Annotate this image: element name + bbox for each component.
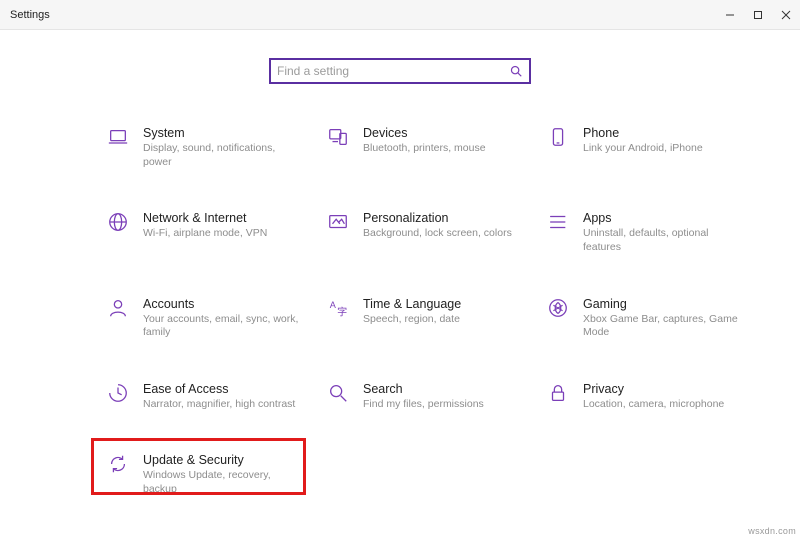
tile-title: Time & Language bbox=[363, 297, 461, 311]
tile-accounts[interactable]: Accounts Your accounts, email, sync, wor… bbox=[105, 295, 305, 342]
tile-title: Gaming bbox=[583, 297, 743, 311]
tile-title: Phone bbox=[583, 126, 703, 140]
tile-subtitle: Display, sound, notifications, power bbox=[143, 142, 303, 169]
tile-title: Devices bbox=[363, 126, 486, 140]
tile-network[interactable]: Network & Internet Wi-Fi, airplane mode,… bbox=[105, 209, 305, 256]
tile-subtitle: Wi-Fi, airplane mode, VPN bbox=[143, 227, 267, 241]
tile-ease-of-access[interactable]: Ease of Access Narrator, magnifier, high… bbox=[105, 380, 305, 414]
titlebar: Settings bbox=[0, 0, 800, 30]
ease-of-access-icon bbox=[107, 382, 129, 404]
tile-subtitle: Your accounts, email, sync, work, family bbox=[143, 313, 303, 340]
tile-subtitle: Bluetooth, printers, mouse bbox=[363, 142, 486, 156]
search-tile-icon bbox=[327, 382, 349, 404]
devices-icon bbox=[327, 126, 349, 148]
tile-subtitle: Uninstall, defaults, optional features bbox=[583, 227, 743, 254]
tile-subtitle: Windows Update, recovery, backup bbox=[143, 469, 303, 496]
tile-subtitle: Location, camera, microphone bbox=[583, 398, 724, 412]
tile-title: Update & Security bbox=[143, 453, 303, 467]
tile-privacy[interactable]: Privacy Location, camera, microphone bbox=[545, 380, 745, 414]
apps-icon bbox=[547, 211, 569, 233]
tile-apps[interactable]: Apps Uninstall, defaults, optional featu… bbox=[545, 209, 745, 256]
watermark: wsxdn.com bbox=[748, 526, 796, 536]
minimize-button[interactable] bbox=[716, 0, 744, 30]
paint-icon bbox=[327, 211, 349, 233]
settings-grid: System Display, sound, notifications, po… bbox=[105, 124, 800, 499]
tile-gaming[interactable]: Gaming Xbox Game Bar, captures, Game Mod… bbox=[545, 295, 745, 342]
tile-phone[interactable]: Phone Link your Android, iPhone bbox=[545, 124, 745, 171]
laptop-icon bbox=[107, 126, 129, 148]
svg-text:字: 字 bbox=[337, 305, 347, 318]
close-button[interactable] bbox=[772, 0, 800, 30]
close-icon bbox=[781, 10, 791, 20]
tile-subtitle: Find my files, permissions bbox=[363, 398, 484, 412]
language-icon: A字 bbox=[327, 297, 349, 319]
search-icon bbox=[509, 64, 523, 78]
maximize-button[interactable] bbox=[744, 0, 772, 30]
tile-title: Accounts bbox=[143, 297, 303, 311]
tile-subtitle: Narrator, magnifier, high contrast bbox=[143, 398, 295, 412]
tile-subtitle: Xbox Game Bar, captures, Game Mode bbox=[583, 313, 743, 340]
lock-icon bbox=[547, 382, 569, 404]
tile-title: Network & Internet bbox=[143, 211, 267, 225]
search-container: Find a setting bbox=[0, 58, 800, 84]
tile-search[interactable]: Search Find my files, permissions bbox=[325, 380, 525, 414]
globe-icon bbox=[107, 211, 129, 233]
tile-title: Apps bbox=[583, 211, 743, 225]
search-placeholder: Find a setting bbox=[277, 64, 509, 78]
update-icon bbox=[107, 453, 129, 475]
search-input[interactable]: Find a setting bbox=[269, 58, 531, 84]
svg-text:A: A bbox=[330, 300, 337, 310]
tile-devices[interactable]: Devices Bluetooth, printers, mouse bbox=[325, 124, 525, 171]
tile-subtitle: Speech, region, date bbox=[363, 313, 461, 327]
tile-title: Personalization bbox=[363, 211, 512, 225]
window-title: Settings bbox=[0, 9, 50, 21]
tile-time-language[interactable]: A字 Time & Language Speech, region, date bbox=[325, 295, 525, 342]
tile-title: Privacy bbox=[583, 382, 724, 396]
minimize-icon bbox=[725, 10, 735, 20]
tile-subtitle: Link your Android, iPhone bbox=[583, 142, 703, 156]
tile-title: Ease of Access bbox=[143, 382, 295, 396]
tile-system[interactable]: System Display, sound, notifications, po… bbox=[105, 124, 305, 171]
tile-title: Search bbox=[363, 382, 484, 396]
person-icon bbox=[107, 297, 129, 319]
maximize-icon bbox=[753, 10, 763, 20]
tile-personalization[interactable]: Personalization Background, lock screen,… bbox=[325, 209, 525, 256]
tile-subtitle: Background, lock screen, colors bbox=[363, 227, 512, 241]
gaming-icon bbox=[547, 297, 569, 319]
tile-update-security[interactable]: Update & Security Windows Update, recove… bbox=[105, 451, 305, 498]
tile-title: System bbox=[143, 126, 303, 140]
phone-icon bbox=[547, 126, 569, 148]
